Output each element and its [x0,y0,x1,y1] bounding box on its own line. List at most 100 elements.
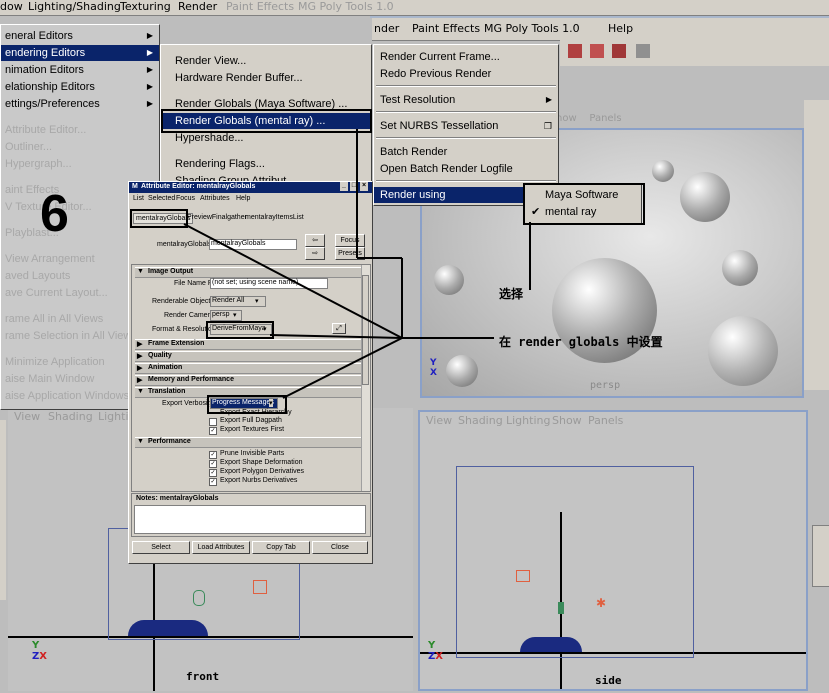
export-shape-deformation-checkbox[interactable]: ✓ [209,460,217,468]
menubar-render[interactable]: Render [178,0,217,13]
help-menu-fragment[interactable]: Help [608,22,633,35]
ae-menu-focus[interactable]: Focus [176,195,195,202]
export-textures-first-checkbox[interactable]: ✓ [209,427,217,435]
section-performance[interactable]: ▼ Performance [135,437,365,448]
ae-menu-attributes[interactable]: Attributes [200,195,230,202]
main-menubar: dow Lighting/Shading Texturing Render Pa… [0,0,829,16]
ae-menu-list[interactable]: List [133,195,144,202]
render-menu-fragment[interactable]: nder [374,22,399,35]
menu-rendering-editors[interactable]: endering Editors ▶ [1,45,159,61]
ae-menu-selected[interactable]: Selected [148,195,175,202]
export-nurbs-derivatives-checkbox[interactable]: ✓ [209,478,217,486]
menu-outliner[interactable]: Outliner... [1,139,159,155]
dropdown-arrow-icon: ▾ [233,312,237,319]
menu-render-view[interactable]: Render View... [161,53,371,69]
shelf-toolbar [560,40,829,66]
front-green-object [193,590,205,606]
export-full-dagpath-checkbox[interactable] [209,418,217,426]
menu-render-current-frame[interactable]: Render Current Frame... [374,49,558,65]
menu-open-batch-render-logfile[interactable]: Open Batch Render Logfile [374,161,558,177]
node-name-label: mentalrayGlobals: [157,241,214,248]
maya-logo-icon: M [132,183,138,190]
attribute-editor-titlebar[interactable]: M Attribute Editor: mentalrayGlobals _ □… [129,182,372,193]
section-animation[interactable]: ▶ Animation [135,363,365,374]
front-menu-view[interactable]: View [14,410,40,423]
ae-scrollbar-thumb[interactable] [362,275,369,385]
tab-previewfinalgather[interactable]: PreviewFinalgather [187,214,247,221]
tab-mentalrayitemslist[interactable]: mentalrayItemsList [245,214,304,221]
menu-batch-render[interactable]: Batch Render [374,144,558,160]
select-annotation: 选择 [499,287,524,301]
side-menu-shading[interactable]: Shading [458,414,503,427]
persp-view-label: persp [590,380,621,391]
attribute-editor-window: M Attribute Editor: mentalrayGlobals _ □… [128,181,373,564]
menu-hardware-render-buffer[interactable]: Hardware Render Buffer... [161,70,371,86]
notes-textarea[interactable] [134,505,366,534]
renderable-objects-dropdown[interactable]: Render All ▾ [210,296,266,307]
export-polygon-derivatives-label: Export Polygon Derivatives [220,468,305,475]
front-menu-shading[interactable]: Shading [48,410,93,423]
menu-hypergraph[interactable]: Hypergraph... [1,156,159,172]
ipr-render-icon[interactable] [590,44,604,58]
render-menu: Render Current Frame... Redo Previous Re… [373,44,559,206]
menu-test-resolution[interactable]: Test Resolution ▶ [374,92,558,108]
right-toolbox [804,100,829,390]
menu-relationship-editors[interactable]: elationship Editors ▶ [1,79,159,95]
ae-menu-help[interactable]: Help [236,195,250,202]
sphere-3 [722,250,758,286]
focus-button[interactable]: Focus [335,234,365,247]
close-button[interactable]: Close [312,541,368,554]
focus-arrow-icon[interactable]: ⇦ [305,234,325,247]
option-box-icon[interactable]: ❐ [544,118,552,134]
ae-scrollbar[interactable] [361,265,370,491]
load-attributes-button[interactable]: Load Attributes [192,541,250,554]
maximize-icon[interactable]: □ [350,182,358,191]
persp-axis-gizmo: YX [430,358,437,378]
menu-animation-editors[interactable]: nimation Editors ▶ [1,62,159,78]
side-menu-view[interactable]: View [426,414,452,427]
menu-general-editors[interactable]: eneral Editors ▶ [1,28,159,44]
menu-set-nurbs-tessellation[interactable]: Set NURBS Tessellation ❐ [374,118,558,134]
menubar-mg-poly-tools[interactable]: MG Poly Tools 1.0 [298,0,394,13]
menubar-texturing[interactable]: Texturing [120,0,171,13]
mg-poly-menu-fragment[interactable]: MG Poly Tools 1.0 [484,22,580,35]
highlight-format-resolution [206,321,274,339]
dropdown-arrow-icon: ▾ [255,298,259,305]
export-full-dagpath-label: Export Full Dagpath [220,417,282,424]
section-memory-performance[interactable]: ▶ Memory and Performance [135,375,365,386]
menubar-paint-effects[interactable]: Paint Effects [226,0,294,13]
shelf-tool-icon[interactable] [636,44,650,58]
highlight-render-using-submenu [523,183,645,225]
menu-attribute-editor[interactable]: Attribute Editor... [1,122,159,138]
paint-effects-menu-fragment[interactable]: Paint Effects [412,22,480,35]
section-image-output[interactable]: ▼ Image Output [135,267,365,278]
file-name-prefix-field[interactable]: (not set; using scene name) [210,278,328,289]
menubar-window[interactable]: dow [0,0,23,13]
render-icon[interactable] [568,44,582,58]
export-polygon-derivatives-checkbox[interactable]: ✓ [209,469,217,477]
menubar-lighting-shading[interactable]: Lighting/Shading [28,0,121,13]
section-frame-extension[interactable]: ▶ Frame Extension [135,339,365,350]
side-spot-icon: ✱ [596,596,607,610]
node-name-field[interactable]: mentalrayGlobals [209,239,297,250]
select-button[interactable]: Select [132,541,190,554]
side-menu-show[interactable]: Show [552,414,582,427]
menu-redo-previous-render[interactable]: Redo Previous Render [374,66,558,82]
minimize-icon[interactable]: _ [340,182,348,191]
prune-invisible-parts-checkbox[interactable]: ✓ [209,451,217,459]
render-camera-dropdown[interactable]: persp ▾ [210,310,242,321]
side-viewport[interactable]: View Shading Lighting Show Panels ✱ Y ZX … [418,410,808,691]
resolution-options-icon[interactable]: ⤢ [332,323,346,334]
section-quality[interactable]: ▶ Quality [135,351,365,362]
front-light-icon [253,580,267,594]
menu-settings-preferences[interactable]: ettings/Preferences ▶ [1,96,159,112]
render-globals-icon[interactable] [612,44,626,58]
side-menu-lighting[interactable]: Lighting [506,414,550,427]
copy-tab-button[interactable]: Copy Tab [252,541,310,554]
presets-button[interactable]: Presets [335,247,365,260]
presets-arrow-icon[interactable]: ⇨ [305,247,325,260]
menu-rendering-flags[interactable]: Rendering Flags... [161,156,371,172]
close-icon[interactable]: × [360,182,368,191]
attribute-scroll-area[interactable]: ▼ Image Output File Name Prefix (not set;… [131,264,371,492]
side-menu-panels[interactable]: Panels [588,414,623,427]
